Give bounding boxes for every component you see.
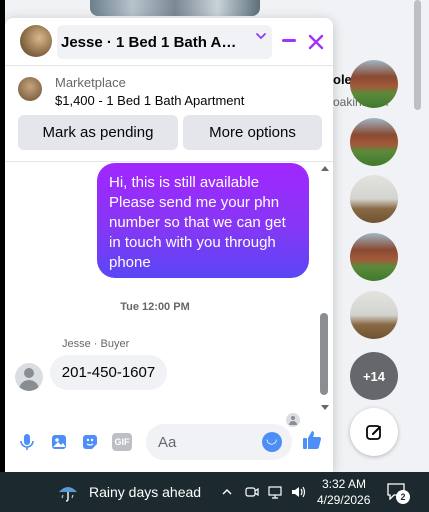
gif-icon[interactable]: GIF bbox=[112, 433, 132, 451]
volume-icon[interactable] bbox=[290, 484, 308, 500]
chat-header: Jesse · 1 Bed 1 Bath Apart... bbox=[5, 18, 333, 66]
more-chats-count: +14 bbox=[362, 368, 386, 384]
close-icon[interactable] bbox=[307, 31, 325, 53]
buyer-avatar[interactable] bbox=[15, 363, 43, 391]
meet-now-icon[interactable] bbox=[244, 484, 260, 500]
sender-label: Jesse · Buyer bbox=[62, 338, 130, 350]
notification-center-icon[interactable]: 2 bbox=[386, 482, 410, 504]
contact-avatar[interactable] bbox=[20, 25, 52, 57]
like-icon[interactable] bbox=[301, 429, 323, 451]
marketplace-label: Marketplace bbox=[55, 75, 126, 90]
message-timestamp: Tue 12:00 PM bbox=[120, 301, 190, 313]
photo-icon[interactable] bbox=[49, 432, 69, 452]
sticker-icon[interactable] bbox=[80, 432, 100, 452]
message-scrollbar[interactable] bbox=[318, 163, 332, 417]
listing-title[interactable]: $1,400 - 1 Bed 1 Bath Apartment bbox=[55, 93, 244, 108]
scrollbar-thumb[interactable] bbox=[320, 313, 328, 395]
chat-title: Jesse · 1 Bed 1 Bath Apart... bbox=[61, 33, 243, 51]
listing-thumbnail[interactable] bbox=[18, 77, 42, 101]
marketplace-panel: Marketplace $1,400 - 1 Bed 1 Bath Apartm… bbox=[5, 67, 333, 162]
microphone-icon[interactable] bbox=[17, 432, 37, 452]
notification-badge: 2 bbox=[396, 490, 410, 504]
more-options-button[interactable]: More options bbox=[183, 115, 322, 150]
compose-icon bbox=[366, 425, 381, 440]
composer: GIF Aa bbox=[5, 418, 333, 466]
network-icon[interactable] bbox=[267, 484, 283, 500]
chat-head-apartment-1[interactable] bbox=[350, 60, 398, 108]
chat-title-button[interactable]: Jesse · 1 Bed 1 Bath Apart... bbox=[57, 25, 272, 59]
new-message-button[interactable] bbox=[350, 408, 398, 456]
umbrella-icon[interactable] bbox=[57, 481, 79, 503]
minimize-icon[interactable] bbox=[281, 30, 297, 50]
mark-pending-button[interactable]: Mark as pending bbox=[18, 115, 178, 150]
page-scrollbar[interactable] bbox=[411, 0, 425, 472]
clock-date[interactable]: 4/29/2026 bbox=[317, 493, 370, 507]
chat-head-apartment-2[interactable] bbox=[350, 118, 398, 166]
chevron-down-icon[interactable] bbox=[255, 30, 267, 42]
weather-text[interactable]: Rainy days ahead bbox=[89, 484, 201, 500]
background-profile-text: ole bbox=[333, 72, 352, 87]
scroll-down-icon[interactable] bbox=[321, 405, 329, 410]
scroll-up-icon[interactable] bbox=[321, 166, 329, 171]
message-list: Hi, this is still available Please send … bbox=[5, 163, 333, 427]
taskbar: Rainy days ahead 3:32 AM 4/29/2026 2 bbox=[0, 472, 429, 512]
incoming-message[interactable]: 201-450-1607 bbox=[50, 355, 167, 390]
chat-head-room-1[interactable] bbox=[350, 175, 398, 223]
emoji-icon[interactable] bbox=[262, 431, 282, 452]
chat-head-apartment-3[interactable] bbox=[350, 233, 398, 281]
chat-window: Jesse · 1 Bed 1 Bath Apart... Marketplac… bbox=[5, 18, 333, 472]
outgoing-message[interactable]: Hi, this is still available Please send … bbox=[97, 163, 309, 278]
more-chats-button[interactable]: +14 bbox=[350, 352, 398, 400]
background-photo bbox=[90, 0, 260, 16]
chat-head-room-2[interactable] bbox=[350, 291, 398, 339]
clock-time[interactable]: 3:32 AM bbox=[322, 477, 366, 491]
chevron-up-icon[interactable] bbox=[221, 486, 233, 498]
